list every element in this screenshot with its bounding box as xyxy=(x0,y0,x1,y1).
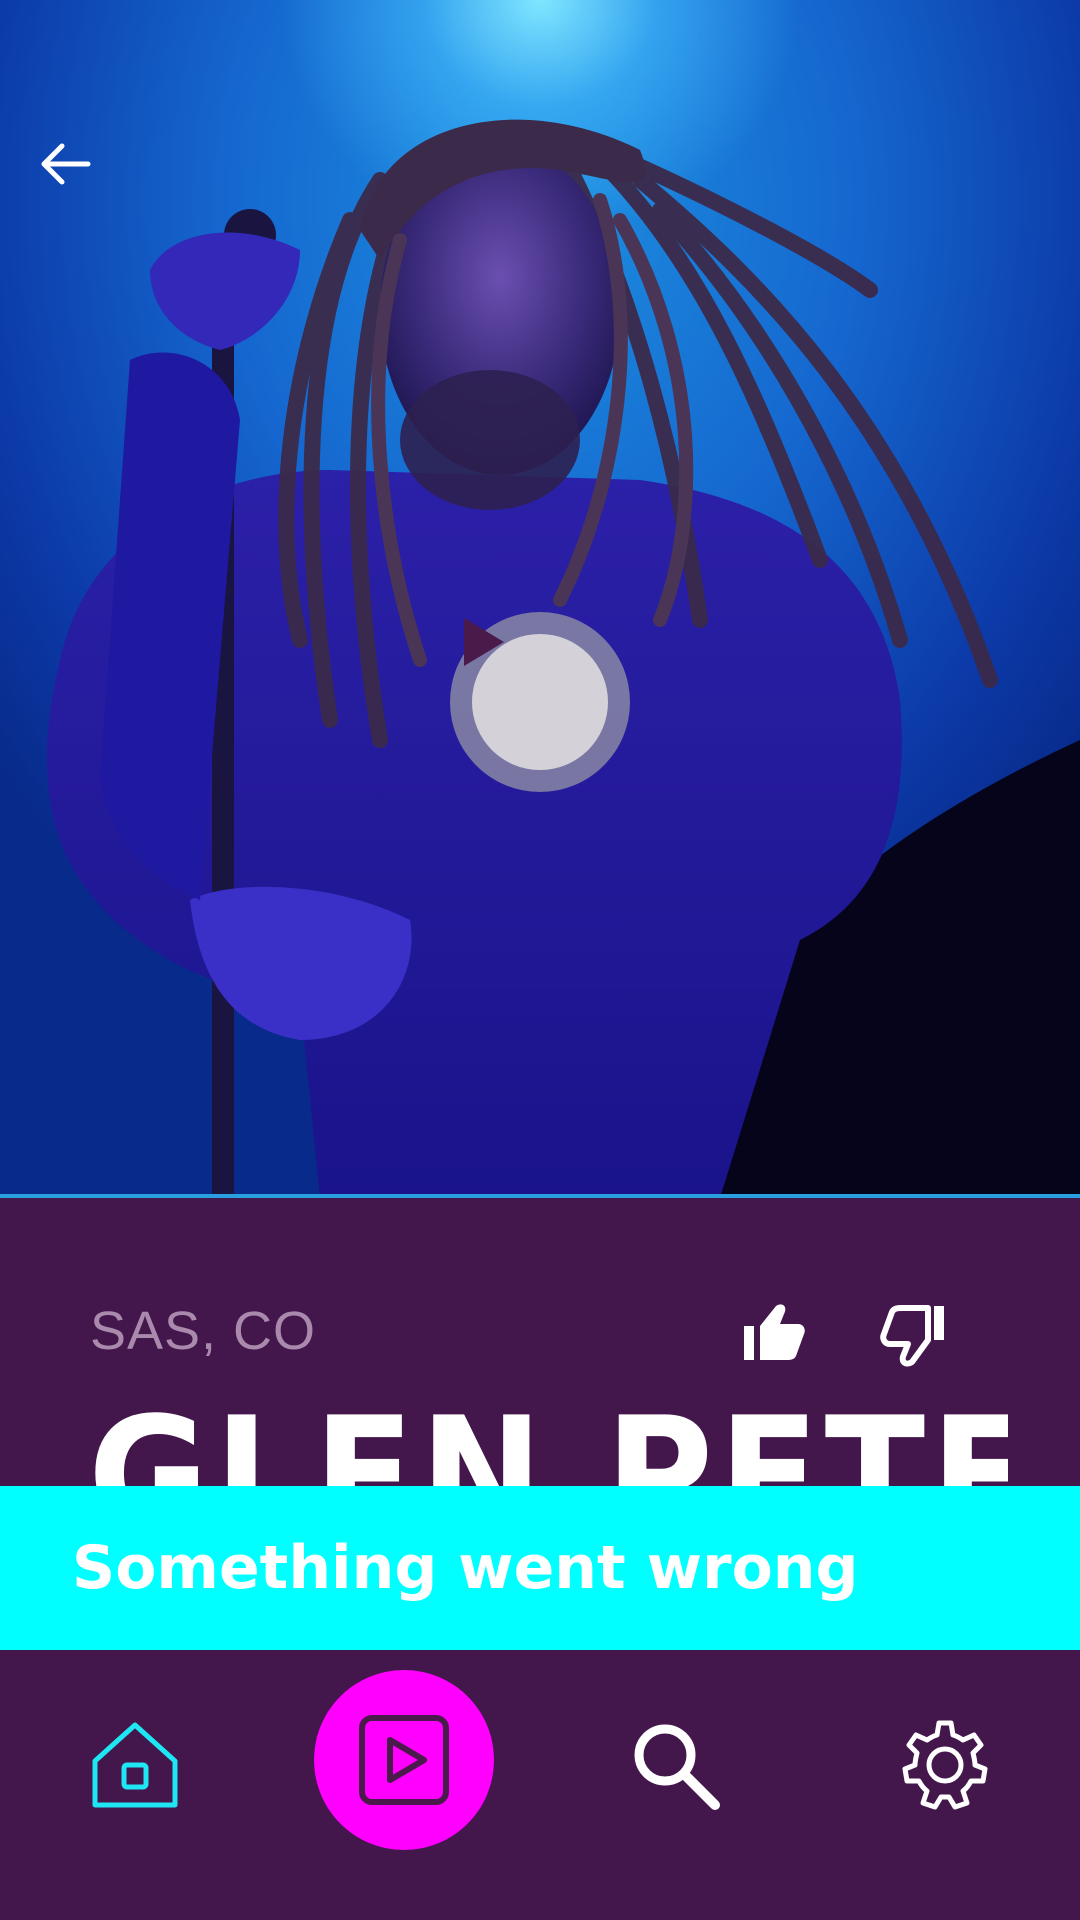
error-snackbar: Something went wrong xyxy=(0,1486,1080,1650)
arrow-left-icon xyxy=(41,143,91,185)
video-play-icon xyxy=(359,1715,449,1805)
bottom-navigation xyxy=(0,1650,1080,1920)
video-play-button[interactable] xyxy=(450,612,630,792)
home-icon xyxy=(92,1722,178,1808)
nav-search-button[interactable] xyxy=(620,1710,730,1820)
artist-location: SAS, CO xyxy=(90,1301,317,1361)
artist-name-container: GLEN PETERS xyxy=(88,1396,1008,1486)
nav-home-button[interactable] xyxy=(80,1710,190,1820)
hero-divider xyxy=(0,1194,1080,1198)
error-message: Something went wrong xyxy=(72,1533,859,1603)
back-button[interactable] xyxy=(36,140,116,220)
performer-photo xyxy=(46,119,1080,1198)
thumbs-up-icon xyxy=(744,1304,805,1360)
nav-settings-button[interactable] xyxy=(890,1710,1000,1820)
play-icon xyxy=(464,618,504,666)
play-button-inner xyxy=(464,618,608,770)
artist-hero-image xyxy=(0,0,1080,1198)
artist-detail-screen: SAS, CO GLEN PETERS Something went wrong xyxy=(0,0,1080,1920)
dislike-button[interactable] xyxy=(876,1296,952,1372)
like-button[interactable] xyxy=(736,1296,812,1372)
thumbs-down-icon xyxy=(880,1305,944,1367)
settings-icon xyxy=(902,1720,988,1810)
search-icon xyxy=(634,1724,720,1810)
artist-name: GLEN PETERS xyxy=(88,1396,1008,1486)
nav-play-button[interactable] xyxy=(314,1670,494,1850)
